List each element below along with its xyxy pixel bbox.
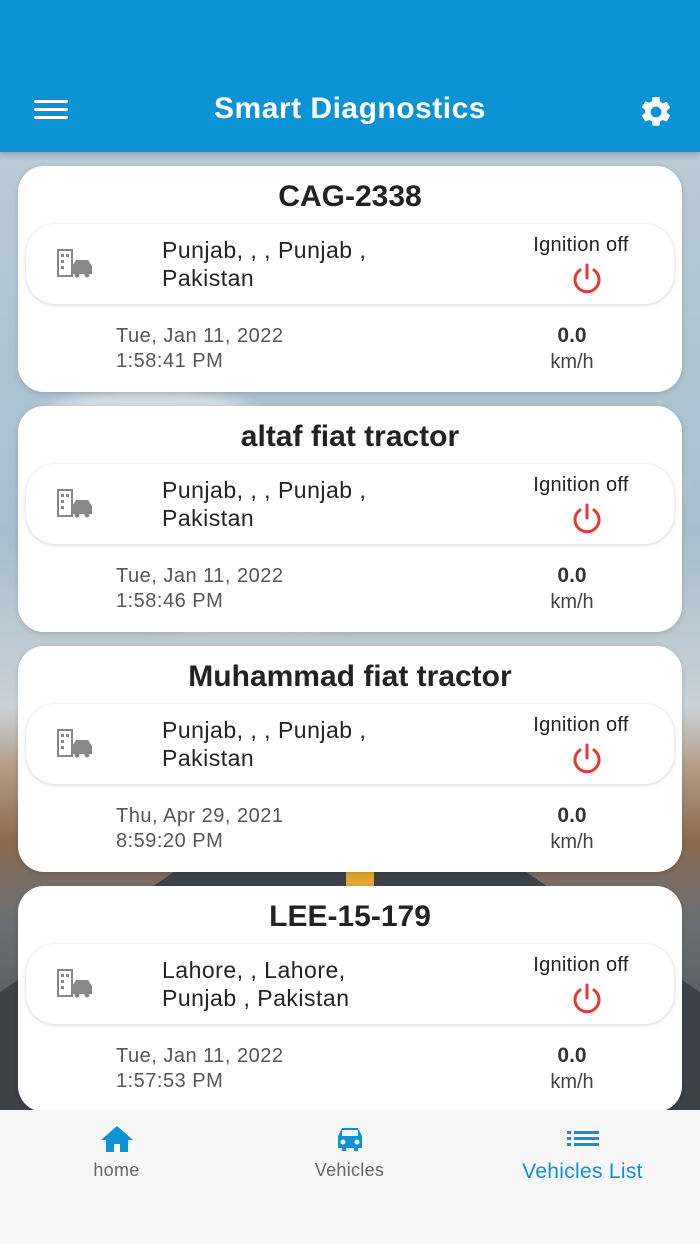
power-off-icon [573,503,601,534]
nav-vehicles-label: Vehicles [314,1160,385,1180]
app-header: Smart Diagnostics [0,0,700,152]
last-update-time: Tue, Jan 11, 2022 1:58:41 PM [116,325,284,372]
ignition-status: Ignition off [533,234,629,256]
vehicle-address: Punjab, , , Punjab , Pakistan [162,477,367,531]
vehicle-name: altaf fiat tractor [240,420,460,453]
building-car-icon [57,489,92,518]
list-icon [566,1131,599,1146]
vehicle-name: CAG-2338 [278,180,422,213]
speed-value: 0.0 [557,804,587,827]
building-car-icon [57,729,92,758]
location-panel: Lahore, , Lahore, Punjab , Pakistan Igni… [26,944,674,1024]
bottom-navigation: home Vehicles Vehicles List [0,1110,700,1244]
building-car-icon [57,969,92,998]
vehicle-card[interactable]: Muhammad fiat tractor Punjab, , , Punjab… [18,646,682,872]
speed-value: 0.0 [557,1044,587,1067]
vehicle-address: Lahore, , Lahore, Punjab , Pakistan [162,957,350,1011]
vehicle-card[interactable]: CAG-2338 Punjab, , , Punjab , Pakistan I… [18,166,682,392]
nav-vehicles-list[interactable]: Vehicles List [466,1124,699,1184]
vehicle-name: Muhammad fiat tractor [188,660,512,693]
location-panel: Punjab, , , Punjab , Pakistan Ignition o… [26,704,674,784]
nav-home[interactable]: home [0,1124,233,1181]
ignition-status: Ignition off [533,714,629,736]
last-update-time: Tue, Jan 11, 2022 1:58:46 PM [116,565,284,612]
speed-value: 0.0 [557,324,587,347]
last-update-time: Tue, Jan 11, 2022 1:57:53 PM [116,1045,284,1092]
nav-home-label: home [93,1160,140,1180]
nav-vehicles[interactable]: Vehicles [233,1124,466,1181]
ignition-status: Ignition off [533,954,629,976]
speed-unit: km/h [550,831,594,853]
location-panel: Punjab, , , Punjab , Pakistan Ignition o… [26,224,674,304]
power-off-icon [573,743,601,774]
vehicle-card[interactable]: LEE-15-179 Lahore, , Lahore, Punjab , Pa… [18,886,682,1112]
building-car-icon [57,249,92,278]
home-icon [100,1126,133,1152]
speed-unit: km/h [550,351,594,373]
speed-unit: km/h [550,1071,594,1093]
vehicle-address: Punjab, , , Punjab , Pakistan [162,237,367,291]
speed-unit: km/h [550,591,594,613]
last-update-time: Thu, Apr 29, 2021 8:59:20 PM [116,805,284,852]
power-off-icon [573,263,601,294]
vehicle-address: Punjab, , , Punjab , Pakistan [162,717,367,771]
page-title: Smart Diagnostics [214,92,486,125]
location-panel: Punjab, , , Punjab , Pakistan Ignition o… [26,464,674,544]
car-icon [337,1128,362,1151]
power-off-icon [573,983,601,1014]
ignition-status: Ignition off [533,474,629,496]
nav-vehicles-list-label: Vehicles List [522,1160,643,1183]
vehicle-card[interactable]: altaf fiat tractor Punjab, , , Punjab , … [18,406,682,632]
gear-icon[interactable] [638,94,674,130]
vehicle-name: LEE-15-179 [269,900,431,933]
speed-value: 0.0 [557,564,587,587]
